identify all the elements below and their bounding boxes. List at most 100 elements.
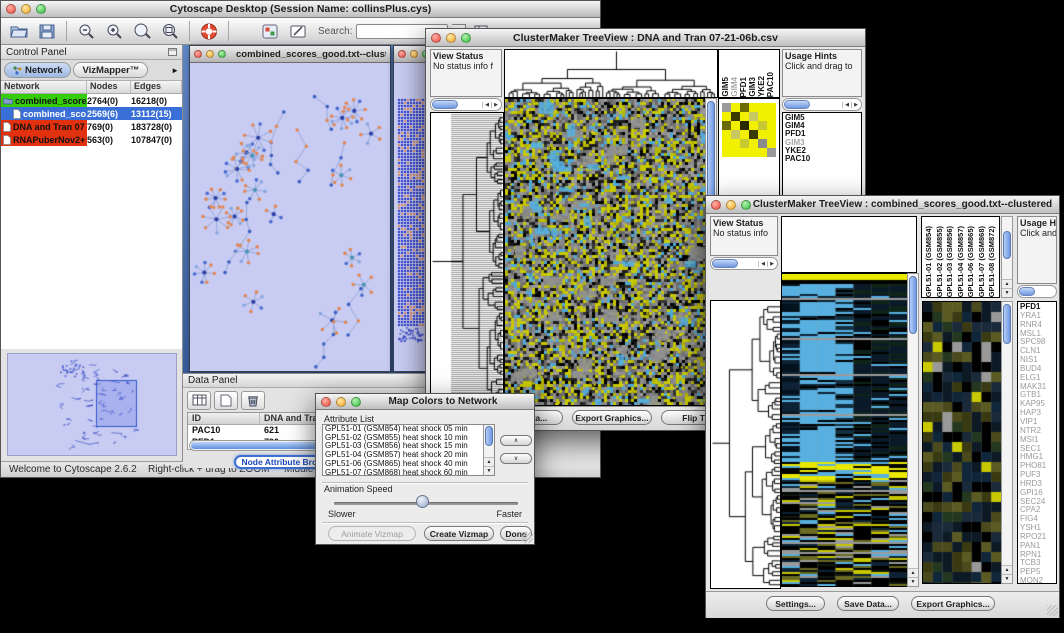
scroll-up-icon[interactable]: ▲ (908, 568, 918, 577)
column-labels-vscrollbar[interactable]: ▲ ▼ (1001, 216, 1013, 298)
zoom-selected-icon[interactable] (130, 21, 154, 42)
usage-hints-scrollbar[interactable] (1017, 285, 1057, 298)
new-attribute-icon[interactable] (214, 391, 238, 410)
column-label[interactable]: GPL51-07 (GSM868) (977, 226, 988, 297)
close-icon[interactable] (321, 397, 331, 407)
column-label[interactable]: GIM3 (748, 77, 757, 97)
column-label[interactable]: GPL51-02 (GSM855) (935, 226, 946, 297)
treeview-dna-titlebar[interactable]: ClusterMaker TreeView : DNA and Tran 07-… (426, 29, 865, 47)
close-icon[interactable] (6, 4, 16, 14)
scroll-left-icon[interactable]: ◀ (758, 261, 767, 267)
dialog-titlebar[interactable]: Map Colors to Network (316, 394, 534, 410)
column-label[interactable]: GPL51-01 (GSM854) (924, 226, 935, 297)
minimize-icon[interactable] (446, 33, 456, 43)
heatmap-zoom-view[interactable] (922, 301, 1002, 584)
slider-thumb[interactable] (416, 495, 429, 508)
network-view-canvas[interactable] (190, 63, 388, 370)
minimize-icon[interactable] (206, 50, 214, 58)
float-panel-icon[interactable] (168, 48, 177, 56)
tab-overflow-arrow[interactable]: ► (171, 66, 179, 75)
select-attributes-icon[interactable] (187, 391, 211, 410)
minimize-icon[interactable] (21, 4, 31, 14)
column-label[interactable]: GPL51-08 (GSM872) (987, 226, 998, 297)
scroll-right-icon[interactable]: ▶ (767, 261, 776, 267)
zoom-out-icon[interactable] (74, 21, 98, 42)
column-label[interactable]: PAC10 (766, 72, 775, 97)
network-overview-navigator[interactable] (7, 353, 177, 456)
open-file-button[interactable] (7, 21, 31, 42)
move-up-button[interactable]: ∧ (500, 435, 532, 446)
save-button[interactable] (35, 21, 59, 42)
attribute-list-item[interactable]: GPL51-07 (GSM868) heat shock 60 min (323, 469, 483, 476)
scrollbar-thumb[interactable] (1003, 304, 1011, 344)
scroll-down-icon[interactable]: ▼ (1002, 288, 1012, 297)
network-list-row[interactable]: RNAPuberNov2+563(0)107847(0) (1, 133, 182, 146)
column-label[interactable]: YKE2 (757, 76, 766, 97)
network-list-row[interactable]: combined_sco2569(6)13112(15) (1, 107, 182, 120)
animate-vizmap-button[interactable]: Animate Vizmap (328, 526, 416, 541)
column-header-id[interactable]: ID (188, 413, 260, 424)
selection-matrix[interactable] (722, 103, 776, 157)
scrollbar-thumb[interactable] (784, 100, 810, 109)
network-view-2-canvas[interactable] (394, 63, 429, 371)
scroll-left-icon[interactable]: ◀ (842, 102, 851, 108)
delete-attribute-icon[interactable] (241, 391, 265, 410)
zoom-in-icon[interactable] (102, 21, 126, 42)
move-down-button[interactable]: ∨ (500, 453, 532, 464)
resize-grip[interactable] (522, 532, 533, 543)
heatmap-main[interactable] (781, 273, 908, 587)
heatmap-main[interactable] (504, 98, 706, 406)
scroll-up-icon[interactable]: ▲ (1002, 279, 1012, 288)
zoom-window-icon[interactable] (36, 4, 46, 14)
create-vizmap-button[interactable]: Create Vizmap (424, 526, 494, 541)
minimize-icon[interactable] (726, 200, 736, 210)
scrollbar-thumb[interactable] (712, 259, 738, 268)
scrollbar-thumb[interactable] (1019, 287, 1035, 296)
scroll-down-icon[interactable]: ▼ (484, 466, 494, 475)
vizmapper-icon[interactable] (258, 21, 282, 42)
zoom-window-icon[interactable] (351, 397, 361, 407)
column-label[interactable]: GPL51-04 (GSM857) (956, 226, 967, 297)
settings-button[interactable]: Settings... (766, 596, 825, 611)
row-dendrogram[interactable] (430, 112, 504, 408)
minimize-icon[interactable] (410, 50, 418, 58)
tab-vizmapper[interactable]: VizMapper™ (73, 62, 148, 78)
scroll-left-icon[interactable]: ◀ (482, 102, 491, 108)
scrollbar-thumb[interactable] (485, 426, 493, 446)
network-list-row[interactable]: combined_scores_2764(0)16218(0) (1, 94, 182, 107)
scrollbar-thumb[interactable] (1003, 231, 1011, 259)
column-label[interactable]: GPL51-06 (GSM865) (966, 226, 977, 297)
column-dendrogram[interactable] (504, 49, 718, 98)
view-status-scrollbar[interactable]: ◀▶ (710, 257, 778, 270)
network-view-2-titlebar[interactable] (394, 46, 429, 63)
scroll-up-icon[interactable]: ▲ (1002, 565, 1012, 574)
zoom-window-icon[interactable] (218, 50, 226, 58)
close-icon[interactable] (398, 50, 406, 58)
row-label[interactable]: PAC10 (785, 155, 861, 163)
column-label[interactable]: GIM4 (730, 77, 739, 97)
export-graphics-button[interactable]: Export Graphics... (572, 410, 652, 425)
annotation-icon[interactable] (286, 21, 310, 42)
view-status-scrollbar[interactable]: ◀▶ (430, 98, 502, 111)
row-dendrogram[interactable] (710, 300, 781, 589)
column-label[interactable]: GIM5 (721, 77, 730, 97)
column-header-nodes[interactable]: Nodes (87, 81, 131, 93)
scroll-down-icon[interactable]: ▼ (908, 577, 918, 586)
column-header-network[interactable]: Network (1, 81, 87, 93)
column-label[interactable]: GPL51-03 (GSM856) (945, 226, 956, 297)
export-graphics-button[interactable]: Export Graphics... (911, 596, 995, 611)
tab-network[interactable]: Network (4, 62, 71, 78)
scroll-right-icon[interactable]: ▶ (491, 102, 500, 108)
attribute-list-scrollbar[interactable]: ▲ ▼ (483, 425, 494, 475)
minimize-icon[interactable] (336, 397, 346, 407)
column-label[interactable]: PFD1 (739, 77, 748, 97)
close-icon[interactable] (431, 33, 441, 43)
scrollbar-thumb[interactable] (909, 276, 917, 334)
zoom-window-icon[interactable] (461, 33, 471, 43)
gene-label[interactable]: MON2 (1020, 577, 1056, 584)
resize-grip[interactable] (1047, 605, 1058, 616)
column-header-edges[interactable]: Edges (131, 81, 182, 93)
close-icon[interactable] (194, 50, 202, 58)
heatmap-vscrollbar[interactable]: ▲ ▼ (907, 273, 919, 587)
scroll-right-icon[interactable]: ▶ (851, 102, 860, 108)
